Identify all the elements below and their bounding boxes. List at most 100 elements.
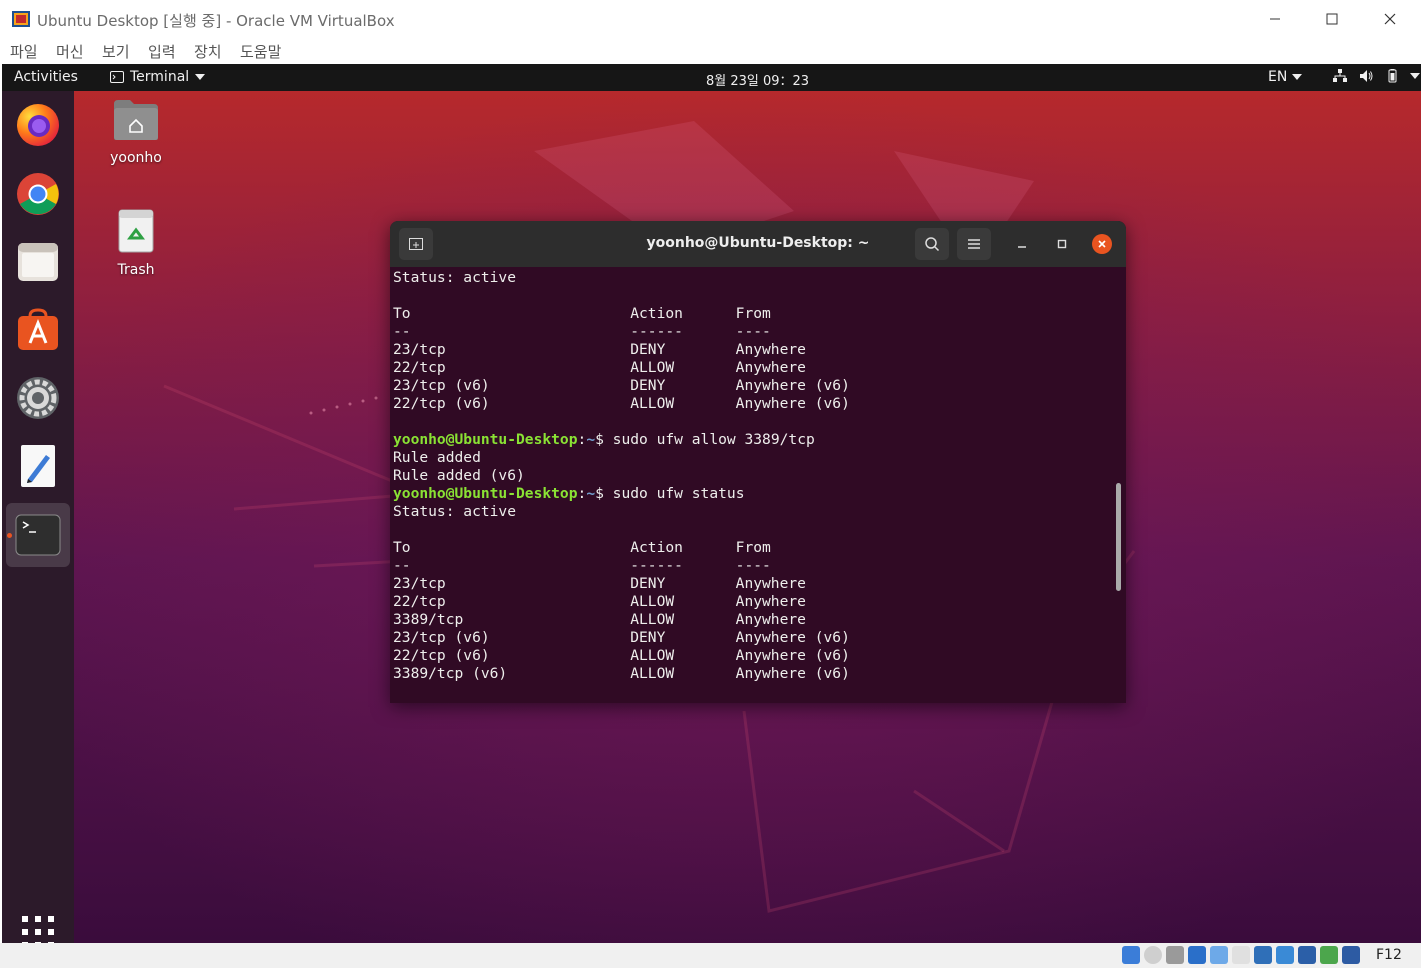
dock-software[interactable]	[13, 305, 63, 355]
terminal-output-line: 22/tcp (v6) ALLOW Anywhere (v6)	[393, 647, 850, 664]
terminal-output-line: -- ------ ----	[393, 557, 771, 574]
home-folder-icon	[114, 100, 158, 140]
host-key-label: F12	[1376, 947, 1402, 963]
close-button[interactable]	[1367, 0, 1413, 38]
chrome-icon	[17, 173, 59, 215]
show-applications-icon[interactable]	[20, 914, 56, 943]
terminal-output-line: Status: active	[393, 503, 517, 520]
terminal-output-line: 23/tcp (v6) DENY Anywhere (v6)	[393, 377, 850, 394]
network-icon	[1333, 69, 1347, 82]
system-tray[interactable]	[1332, 68, 1420, 84]
terminal-output-line: 3389/tcp ALLOW Anywhere	[393, 611, 806, 628]
dock-text-editor[interactable]	[13, 441, 63, 491]
minimize-icon	[1018, 246, 1026, 248]
keyboard-capture-icon[interactable]	[1342, 946, 1360, 964]
terminal-close-button[interactable]	[1092, 234, 1112, 254]
usb-icon[interactable]	[1210, 946, 1228, 964]
terminal-maximize-button[interactable]	[1052, 234, 1072, 254]
optical-drive-icon[interactable]	[1144, 946, 1162, 964]
maximize-icon	[1326, 13, 1338, 25]
dock-firefox[interactable]	[13, 100, 63, 150]
command-text: $ sudo ufw allow 3389/tcp	[595, 431, 815, 448]
prompt-separator: :	[577, 485, 587, 502]
prompt-user: yoonho@Ubuntu-Desktop	[393, 485, 578, 502]
vbox-menu-bar: 파일 머신 보기 입력 장치 도움말	[0, 38, 1421, 64]
terminal-output-line: 22/tcp ALLOW Anywhere	[393, 359, 806, 376]
prompt-user: yoonho@Ubuntu-Desktop	[393, 431, 578, 448]
terminal-output[interactable]: Status: active To Action From -- ------ --…	[393, 269, 1113, 699]
menu-machine[interactable]: 머신	[56, 41, 84, 62]
files-icon	[18, 243, 58, 281]
terminal-output-line: 22/tcp ALLOW Anywhere	[393, 593, 806, 610]
desktop-icon-label: yoonho	[110, 150, 162, 166]
close-icon	[1384, 13, 1396, 25]
running-indicator	[7, 533, 12, 538]
terminal-minimize-button[interactable]	[1012, 234, 1032, 254]
search-icon	[925, 237, 940, 252]
activities-button[interactable]: Activities	[14, 69, 78, 85]
terminal-scrollbar[interactable]	[1116, 483, 1121, 591]
maximize-icon	[1057, 239, 1067, 249]
audio-icon[interactable]	[1166, 946, 1184, 964]
dock-terminal[interactable]	[13, 510, 63, 560]
menu-devices[interactable]: 장치	[194, 41, 222, 62]
desktop-icon-home[interactable]: yoonho	[91, 98, 181, 166]
terminal-output-line: 22/tcp (v6) ALLOW Anywhere (v6)	[393, 395, 850, 412]
desktop-icon-trash[interactable]: Trash	[91, 208, 181, 278]
terminal-output-line: 23/tcp DENY Anywhere	[393, 341, 806, 358]
chevron-down-icon	[195, 74, 206, 80]
software-icon	[18, 308, 58, 350]
shared-folders-icon[interactable]	[1232, 946, 1250, 964]
search-button[interactable]	[915, 228, 949, 260]
hard-disk-icon[interactable]	[1122, 946, 1140, 964]
terminal-header-bar[interactable]: yoonho@Ubuntu-Desktop: ~	[390, 221, 1126, 267]
volume-icon	[1360, 70, 1373, 82]
dock-files[interactable]	[13, 237, 63, 287]
app-menu-terminal[interactable]: Terminal	[110, 69, 206, 85]
terminal-output-line: Rule added	[393, 449, 481, 466]
prompt-path: ~	[586, 431, 596, 448]
menu-help[interactable]: 도움말	[240, 41, 281, 62]
hamburger-icon	[968, 239, 980, 249]
terminal-output-line: To Action From	[393, 539, 771, 556]
vbox-title-bar: Ubuntu Desktop [실행 중] - Oracle VM Virtua…	[0, 0, 1421, 38]
language-label: EN	[1268, 69, 1288, 85]
battery-icon	[1388, 69, 1397, 83]
chevron-down-icon	[1410, 73, 1420, 79]
minimize-icon	[1270, 18, 1280, 20]
vbox-status-bar: F12	[0, 943, 1421, 968]
command-text: $ sudo ufw status	[595, 485, 745, 502]
minimize-button[interactable]	[1252, 0, 1298, 38]
guest-display[interactable]: Activities Terminal 8월 23일 09：23 EN yoon…	[2, 64, 1421, 943]
clock[interactable]: 8월 23일 09：23	[706, 70, 809, 89]
hamburger-menu-button[interactable]	[957, 228, 991, 260]
mouse-integration-icon[interactable]	[1320, 946, 1338, 964]
trash-icon	[118, 209, 154, 253]
app-menu-label: Terminal	[130, 69, 190, 85]
video-capture-icon[interactable]	[1276, 946, 1294, 964]
window-title: Ubuntu Desktop [실행 중] - Oracle VM Virtua…	[37, 12, 395, 30]
terminal-window[interactable]: yoonho@Ubuntu-Desktop: ~ Status: active T…	[390, 221, 1126, 703]
maximize-button[interactable]	[1309, 0, 1355, 38]
terminal-icon	[15, 514, 61, 556]
display-icon[interactable]	[1254, 946, 1272, 964]
terminal-output-line: To Action From	[393, 305, 771, 322]
close-icon	[1098, 240, 1106, 248]
chevron-down-icon	[1292, 74, 1303, 80]
input-language-selector[interactable]: EN	[1268, 69, 1303, 85]
virtualization-icon[interactable]	[1298, 946, 1316, 964]
text-editor-icon	[21, 445, 55, 487]
menu-input[interactable]: 입력	[148, 41, 176, 62]
terminal-output-line: Status: active	[393, 269, 517, 286]
menu-file[interactable]: 파일	[10, 41, 38, 62]
firefox-icon	[17, 104, 59, 146]
network-icon[interactable]	[1188, 946, 1206, 964]
dock-settings[interactable]	[13, 373, 63, 423]
terminal-command-line: yoonho@Ubuntu-Desktop:~$ sudo ufw allow …	[393, 431, 1113, 449]
ubuntu-top-bar: Activities Terminal 8월 23일 09：23 EN	[2, 64, 1421, 91]
dock-chrome[interactable]	[13, 169, 63, 219]
menu-view[interactable]: 보기	[102, 41, 130, 62]
